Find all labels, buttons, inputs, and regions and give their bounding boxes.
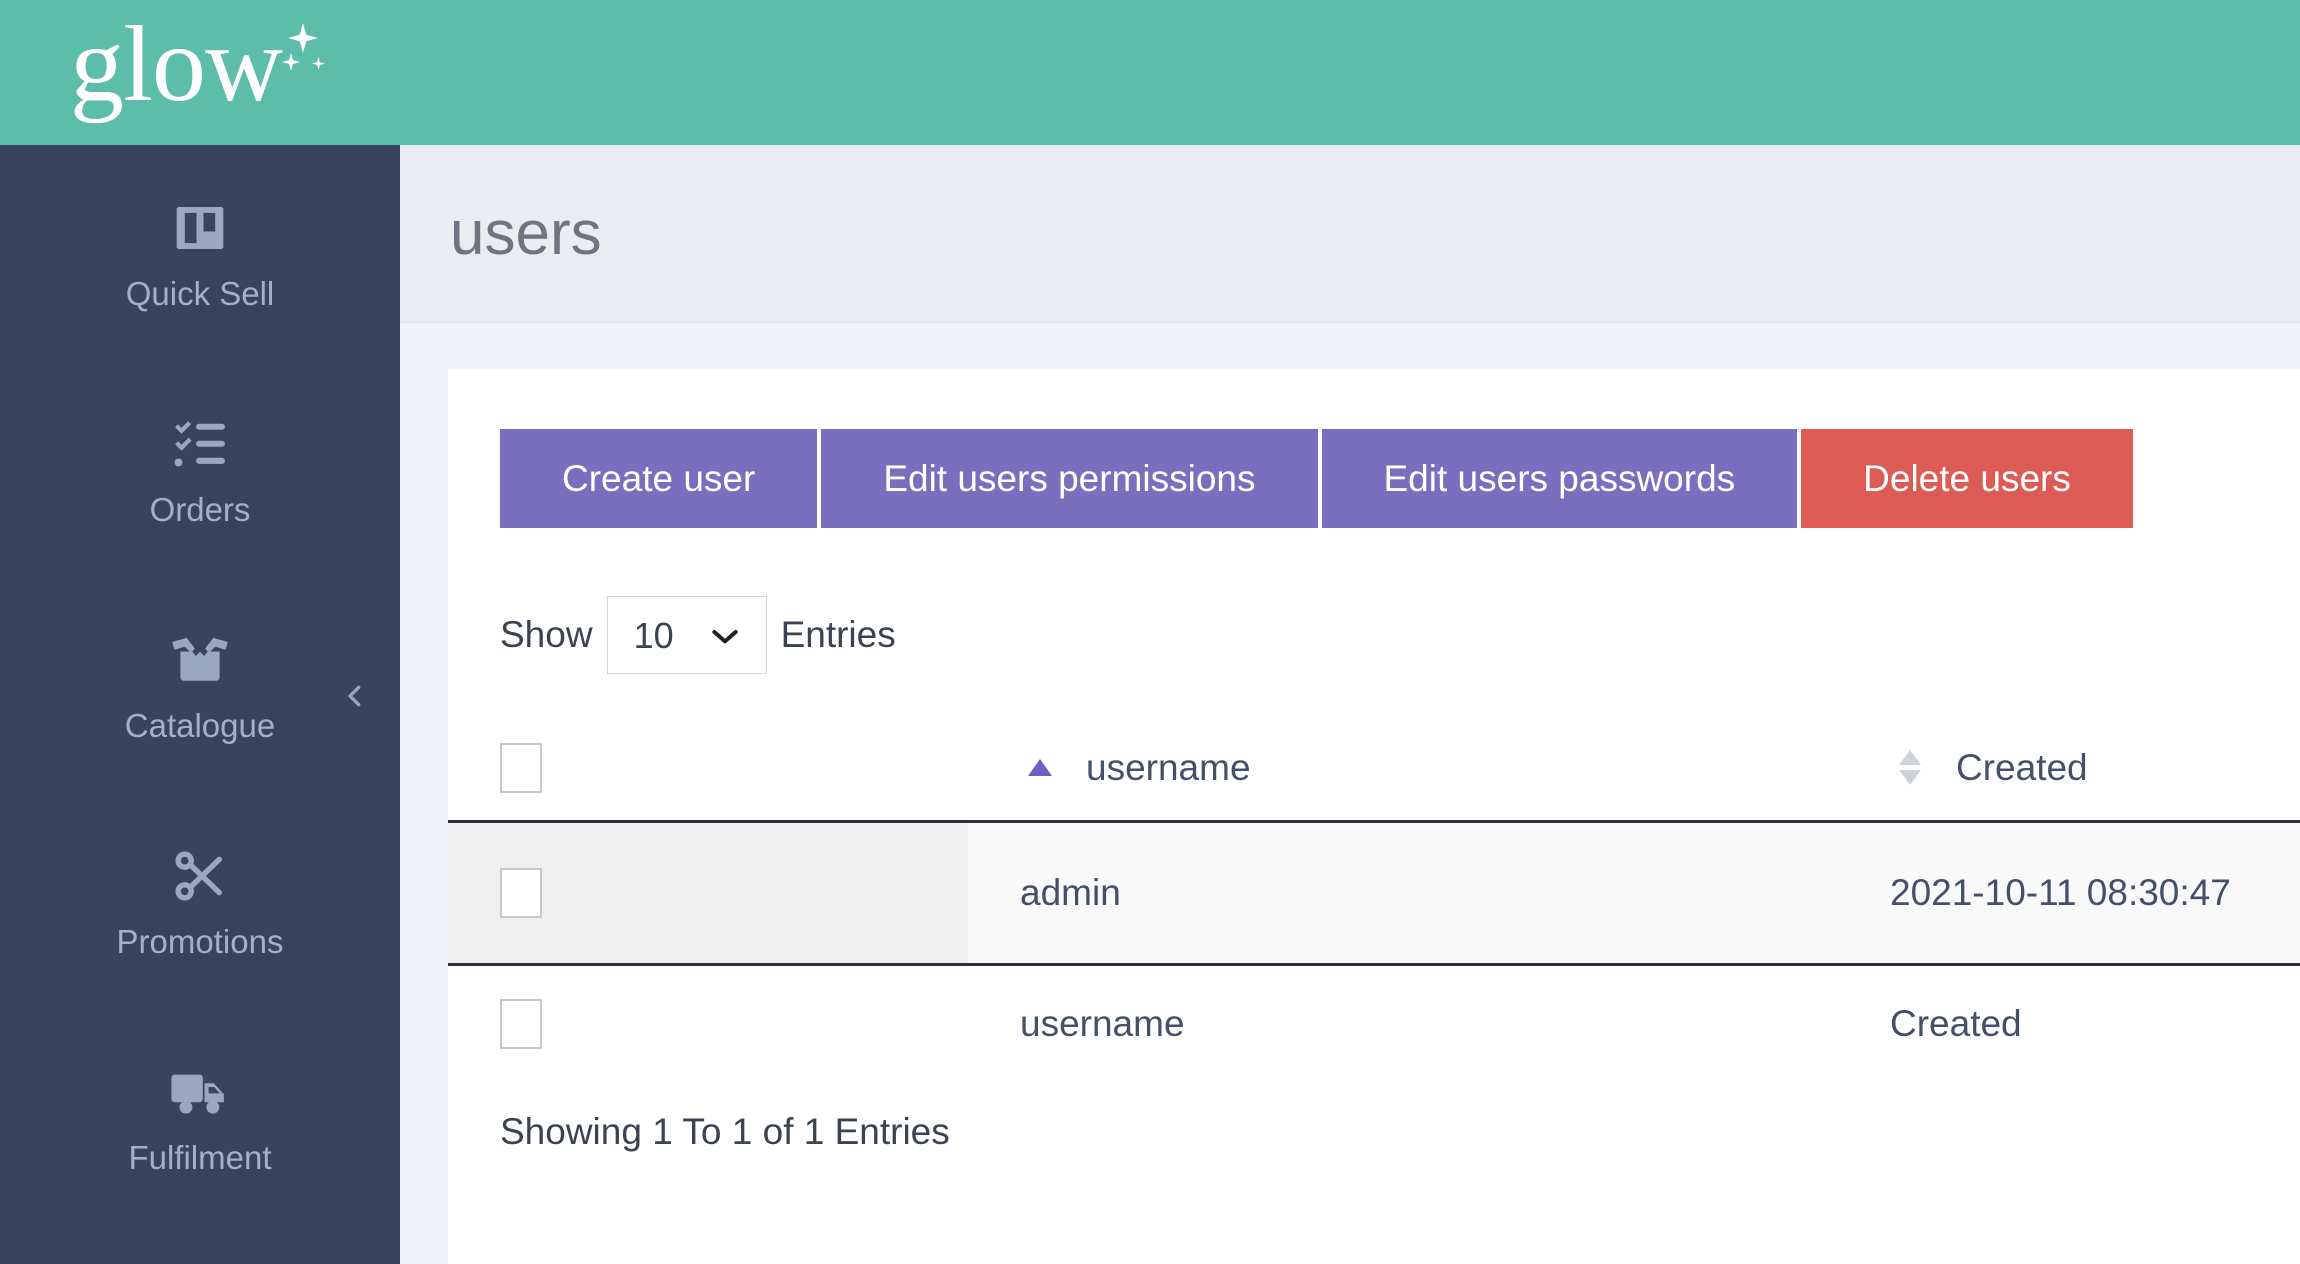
entries-select-wrap: 10 25 50 100: [606, 596, 767, 674]
column-header-created[interactable]: Created: [1838, 716, 2300, 823]
board-icon: [172, 192, 228, 264]
table-foot: username Created: [448, 964, 2300, 1082]
footer-select-all-checkbox[interactable]: [500, 998, 542, 1049]
sidebar-item-label: Promotions: [116, 923, 284, 960]
select-all-checkbox[interactable]: [500, 742, 542, 793]
sort-ascending-icon: [1020, 759, 1060, 777]
sidebar-item-quick-sell[interactable]: Quick Sell: [0, 145, 400, 361]
sidebar-item-label: Quick Sell: [125, 275, 275, 312]
table-body: admin 2021-10-11 08:30:47: [448, 821, 2300, 966]
cell-username: admin: [968, 821, 1838, 966]
sparkles-icon: [282, 5, 334, 125]
footer-created: Created: [1838, 964, 2300, 1082]
column-header-label: username: [1086, 746, 1251, 788]
chevron-left-icon: [340, 681, 370, 716]
sidebar-item-label: Catalogue: [124, 707, 276, 744]
sidebar-item-label: Orders: [149, 491, 251, 528]
entries-show-label: Show: [500, 614, 593, 655]
row-checkbox[interactable]: [500, 867, 542, 918]
users-card: Create user Edit users permissions Edit …: [448, 369, 2300, 1264]
edit-users-permissions-button[interactable]: Edit users permissions: [821, 429, 1318, 528]
sort-both-icon: [1890, 750, 1930, 786]
row-select-cell: [448, 821, 968, 966]
main-content: users Create user Edit users permissions…: [400, 145, 2300, 1264]
page-title: users: [450, 198, 602, 268]
sidebar-item-orders[interactable]: Orders: [0, 361, 400, 577]
open-box-icon: [170, 624, 230, 696]
table-head: username Created: [448, 716, 2300, 823]
tasks-checklist-icon: [172, 408, 228, 480]
entries-control: Show 10 25 50 100 Entries: [500, 596, 2300, 674]
entries-select[interactable]: 10 25 50 100: [606, 596, 767, 674]
sidebar-item-fulfilment[interactable]: Fulfilment: [0, 1009, 400, 1225]
delete-users-button[interactable]: Delete users: [1801, 429, 2133, 528]
table-row[interactable]: admin 2021-10-11 08:30:47: [448, 821, 2300, 966]
sidebar: Quick Sell Orders Catalogue Promotions F…: [0, 145, 400, 1264]
sidebar-item-label: Fulfilment: [128, 1139, 272, 1176]
page-header: users: [400, 145, 2300, 323]
edit-users-passwords-button[interactable]: Edit users passwords: [1321, 429, 1798, 528]
column-header-select[interactable]: [448, 716, 968, 823]
footer-username: username: [968, 964, 1838, 1082]
column-header-label: Created: [1956, 746, 2088, 788]
brand-logo[interactable]: glow: [70, 5, 334, 140]
brand-name: glow: [70, 5, 283, 124]
column-header-username[interactable]: username: [968, 716, 1838, 823]
table-info: Showing 1 To 1 of 1 Entries: [500, 1111, 950, 1152]
table-footer-row: username Created: [448, 964, 2300, 1082]
top-brand-bar: glow: [0, 0, 2300, 145]
sidebar-item-promotions[interactable]: Promotions: [0, 793, 400, 1009]
users-table: username Created admin 2021-10-11 08:30:…: [448, 716, 2300, 1082]
truck-icon: [169, 1056, 231, 1128]
footer-select: [448, 964, 968, 1082]
cell-created: 2021-10-11 08:30:47: [1838, 821, 2300, 966]
app-root: glow Quick Sell Orders Catalogue Promoti…: [0, 0, 2300, 1264]
entries-entries-label: Entries: [780, 614, 896, 655]
scissors-icon: [173, 840, 227, 912]
toolbar-actions: Create user Edit users permissions Edit …: [500, 429, 2300, 528]
create-user-button[interactable]: Create user: [500, 429, 818, 528]
sidebar-collapse-button[interactable]: [332, 675, 378, 721]
table-header-row: username Created: [448, 716, 2300, 823]
